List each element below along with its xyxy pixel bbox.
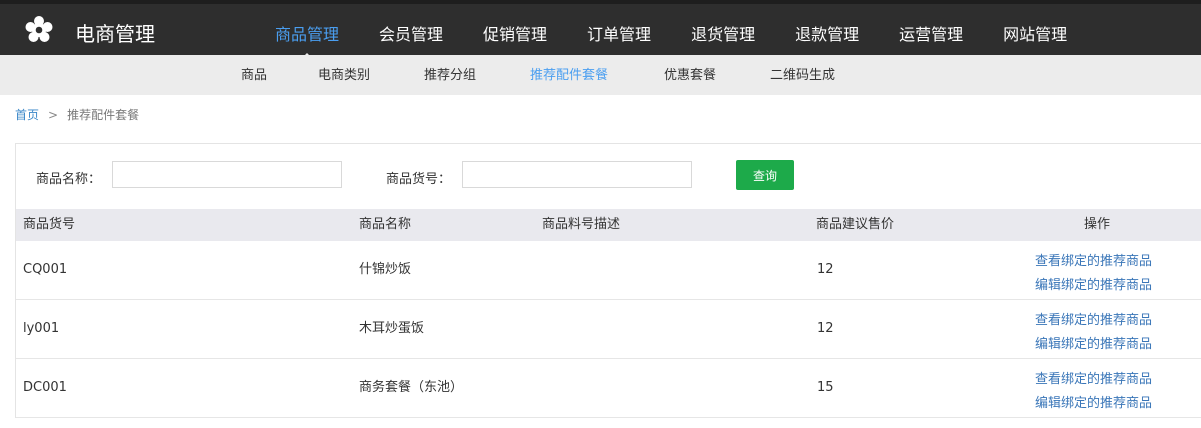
- goods-name-input[interactable]: [112, 161, 342, 188]
- table-row: DC001 商务套餐（东池） 15 查看绑定的推荐商品 编辑绑定的推荐商品: [16, 359, 1201, 418]
- cell-suggested-price: 12: [817, 262, 834, 277]
- breadcrumb-current: 推荐配件套餐: [67, 108, 140, 122]
- nav-item-members[interactable]: 会员管理: [359, 4, 463, 55]
- edit-bound-recommendations-link[interactable]: 编辑绑定的推荐商品: [1035, 333, 1152, 357]
- breadcrumb-home-link[interactable]: 首页: [15, 108, 39, 122]
- subnav-item-recommend-groups[interactable]: 推荐分组: [424, 55, 476, 95]
- cell-goods-name: 什锦炒饭: [359, 262, 412, 277]
- cell-goods-name: 商务套餐（东池）: [359, 380, 464, 395]
- cell-goods-code: ly001: [23, 321, 60, 336]
- cell-goods-name: 木耳炒蛋饭: [359, 321, 425, 336]
- view-bound-recommendations-link[interactable]: 查看绑定的推荐商品: [1035, 309, 1152, 333]
- table-row: CQ001 什锦炒饭 12 查看绑定的推荐商品 编辑绑定的推荐商品: [16, 241, 1201, 300]
- edit-bound-recommendations-link[interactable]: 编辑绑定的推荐商品: [1035, 274, 1152, 298]
- table-header: 商品货号 商品名称 商品料号描述 商品建议售价 操作: [16, 209, 1201, 241]
- search-button[interactable]: 查询: [736, 160, 794, 190]
- subnav-item-qrcode[interactable]: 二维码生成: [770, 55, 835, 95]
- content-panel: 商品名称： 商品货号： 查询 商品货号 商品名称 商品料号描述 商品建议售价 操…: [15, 143, 1201, 418]
- cell-suggested-price: 15: [817, 380, 834, 395]
- header-suggested-price: 商品建议售价: [816, 217, 895, 232]
- main-nav: 商品管理 会员管理 促销管理 订单管理 退货管理 退款管理 运营管理 网站管理: [255, 4, 1087, 59]
- goods-name-label: 商品名称：: [36, 172, 102, 187]
- cell-goods-code: CQ001: [23, 262, 68, 277]
- cell-operations: 查看绑定的推荐商品 编辑绑定的推荐商品: [1035, 368, 1152, 416]
- flower-logo-icon[interactable]: [24, 15, 54, 45]
- brand-title: 电商管理: [75, 22, 155, 46]
- table-row: ly001 木耳炒蛋饭 12 查看绑定的推荐商品 编辑绑定的推荐商品: [16, 300, 1201, 359]
- nav-item-promotions[interactable]: 促销管理: [463, 4, 567, 55]
- cell-goods-code: DC001: [23, 380, 67, 395]
- view-bound-recommendations-link[interactable]: 查看绑定的推荐商品: [1035, 368, 1152, 392]
- nav-item-orders[interactable]: 订单管理: [567, 4, 671, 55]
- breadcrumb: 首页 > 推荐配件套餐: [15, 106, 139, 123]
- header-goods-name: 商品名称: [359, 217, 412, 232]
- header-operations: 操作: [1084, 217, 1111, 232]
- subnav-item-goods[interactable]: 商品: [241, 55, 267, 95]
- edit-bound-recommendations-link[interactable]: 编辑绑定的推荐商品: [1035, 392, 1152, 416]
- header-goods-code: 商品货号: [23, 217, 76, 232]
- subnav-item-discount-packages[interactable]: 优惠套餐: [664, 55, 716, 95]
- subnav-item-accessory-packages[interactable]: 推荐配件套餐: [530, 55, 608, 95]
- cell-operations: 查看绑定的推荐商品 编辑绑定的推荐商品: [1035, 250, 1152, 298]
- goods-code-input[interactable]: [462, 161, 692, 188]
- view-bound-recommendations-link[interactable]: 查看绑定的推荐商品: [1035, 250, 1152, 274]
- nav-item-operations[interactable]: 运营管理: [879, 4, 983, 55]
- nav-item-refunds[interactable]: 退款管理: [775, 4, 879, 55]
- breadcrumb-separator: >: [48, 108, 59, 122]
- nav-item-returns[interactable]: 退货管理: [671, 4, 775, 55]
- top-navbar: 电商管理 商品管理 会员管理 促销管理 订单管理 退货管理 退款管理 运营管理 …: [0, 0, 1201, 59]
- sub-nav: 商品 电商类别 推荐分组 推荐配件套餐 优惠套餐 二维码生成: [0, 55, 1201, 95]
- nav-item-website[interactable]: 网站管理: [983, 4, 1087, 55]
- header-goods-desc: 商品料号描述: [542, 217, 621, 232]
- goods-code-label: 商品货号：: [386, 172, 452, 187]
- subnav-item-categories[interactable]: 电商类别: [318, 55, 370, 95]
- nav-item-goods[interactable]: 商品管理: [255, 4, 359, 59]
- cell-operations: 查看绑定的推荐商品 编辑绑定的推荐商品: [1035, 309, 1152, 357]
- cell-suggested-price: 12: [817, 321, 834, 336]
